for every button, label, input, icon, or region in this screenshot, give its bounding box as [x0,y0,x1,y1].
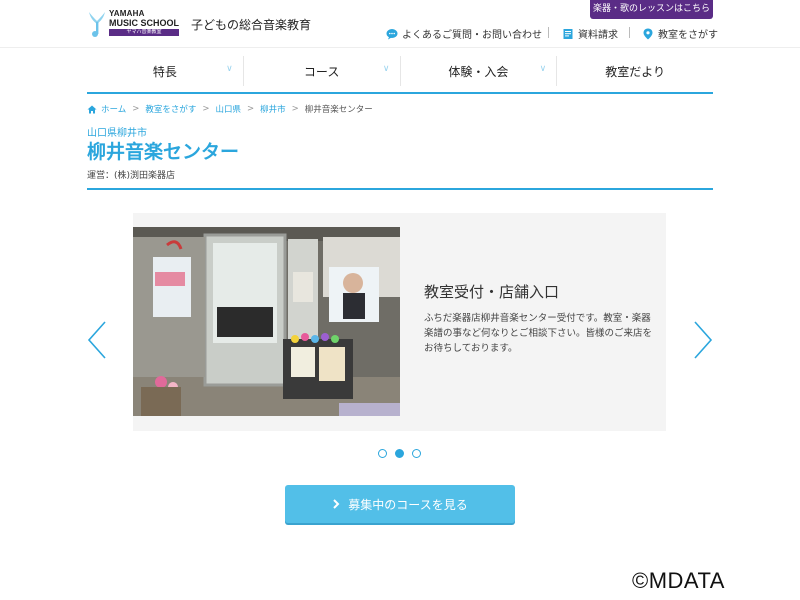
chat-icon [386,28,398,39]
site-tagline: 子どもの総合音楽教育 [191,18,312,32]
nav-label: 特長 [152,64,177,79]
operator-label: 運営：(株)渕田楽器店 [87,171,176,181]
logo-mark-icon [89,12,105,37]
slider-dot[interactable] [395,449,404,458]
breadcrumb-home[interactable]: ホーム [101,103,126,115]
chevron-right-icon [333,499,340,509]
logo-text-yamaha: YAMAHA [109,9,145,18]
chevron-down-icon: ∨ [539,64,547,74]
find-classroom-link[interactable]: 教室をさがす [642,26,718,41]
page-title: 柳井音楽センター [87,141,240,163]
nav-label: 体験・入会 [448,64,509,79]
watermark: ©MDATA [632,568,725,593]
slider-dot[interactable] [378,449,387,458]
storefront-photo [133,227,400,416]
slider-prev-arrow-icon[interactable] [86,320,108,360]
nav-item-trial-enroll[interactable]: 体験・入会 ∨ [399,56,557,86]
breadcrumb-current: 柳井音楽センター [304,105,373,115]
site-header: YAMAHA MUSIC SCHOOL ヤマハ音楽教室 子どもの総合音楽教育 楽… [0,0,800,48]
nav-label: コース [303,64,340,79]
document-icon [563,28,573,39]
slider-dot[interactable] [412,449,421,458]
logo-text-japanese: ヤマハ音楽教室 [109,29,179,36]
utility-divider [548,27,549,38]
location-pin-icon [643,28,653,39]
breadcrumb: ホーム > 教室をさがす > 山口県 > 柳井市 > 柳井音楽センター [87,103,373,115]
breadcrumb-separator: > [247,104,255,114]
utility-divider [629,27,630,38]
breadcrumb-separator: > [202,104,210,114]
nav-item-features[interactable]: 特長 ∨ [87,56,243,86]
logo-text-music-school: MUSIC SCHOOL [109,18,180,28]
yamaha-music-school-logo[interactable]: YAMAHA MUSIC SCHOOL ヤマハ音楽教室 [87,8,179,40]
breadcrumb-find-classroom[interactable]: 教室をさがす [145,103,196,115]
breadcrumb-prefecture[interactable]: 山口県 [216,103,242,115]
view-open-courses-button[interactable]: 募集中のコースを見る [285,485,515,523]
faq-contact-label: よくあるご質問・お問い合わせ [402,30,542,41]
slide-description: ふちだ楽器店柳井音楽センター受付です。教室・楽器楽譜の事など何なりとご相談下さい… [424,313,653,354]
nav-label: 教室だより [605,64,665,79]
nav-item-courses[interactable]: コース ∨ [242,56,400,86]
main-nav: 特長 ∨ コース ∨ 体験・入会 ∨ 教室だより [87,56,713,94]
cta-label: 募集中のコースを見る [348,497,468,512]
slide-title: 教室受付・店舗入口 [424,283,560,301]
request-materials-label: 資料請求 [578,30,618,41]
request-materials-link[interactable]: 資料請求 [562,26,618,41]
breadcrumb-separator: > [132,104,140,114]
breadcrumb-city[interactable]: 柳井市 [260,103,286,115]
slider-next-arrow-icon[interactable] [692,320,714,360]
home-icon [87,105,97,113]
title-divider [87,188,713,190]
find-classroom-label: 教室をさがす [658,30,718,41]
slider-pagination [378,449,421,458]
breadcrumb-separator: > [291,104,299,114]
instrument-lessons-link[interactable]: 楽器・歌のレッスンはこちら [590,0,713,19]
chevron-down-icon: ∨ [382,64,390,74]
slide: 教室受付・店舗入口 ふちだ楽器店柳井音楽センター受付です。教室・楽器楽譜の事など… [133,213,666,431]
nav-item-classroom-news[interactable]: 教室だより [556,56,713,86]
chevron-down-icon: ∨ [226,64,233,74]
faq-contact-link[interactable]: よくあるご質問・お問い合わせ [386,26,542,41]
